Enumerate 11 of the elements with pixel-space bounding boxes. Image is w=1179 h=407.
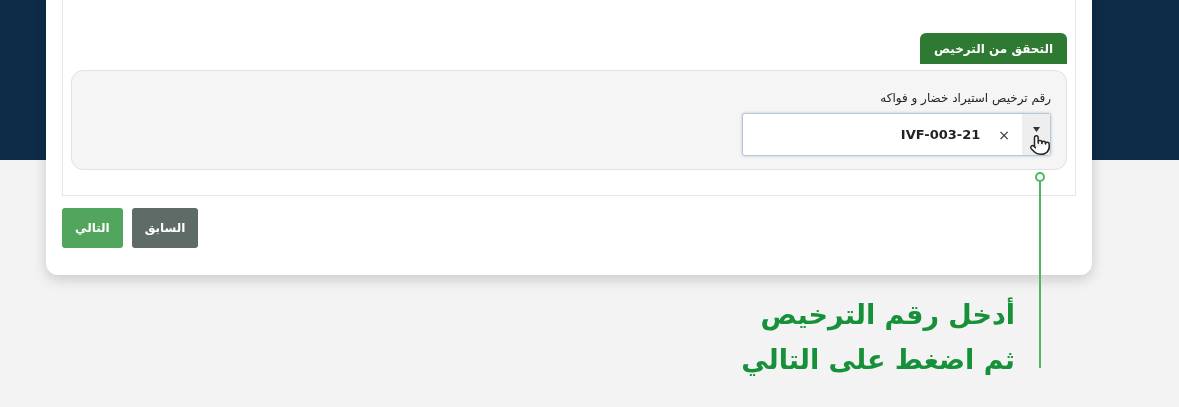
license-select[interactable]: IVF-003-21 ×: [742, 113, 1051, 156]
caret-icon: [1032, 127, 1040, 132]
callout-text: أدخل رقم الترخيص: [759, 296, 1015, 333]
callout-text: ثم اضغط على التالي: [741, 343, 1015, 378]
field-label: رقم ترخيص استيراد خضار و فواكه: [880, 91, 1051, 105]
clear-button[interactable]: ×: [998, 126, 1010, 143]
select-value: IVF-003-21: [900, 127, 981, 142]
hand-pointer-icon: [1029, 134, 1051, 156]
previous-button[interactable]: السابق: [131, 208, 199, 248]
next-button[interactable]: التالي: [62, 208, 123, 248]
section-tab[interactable]: التحقق من الترخيص: [919, 33, 1067, 64]
